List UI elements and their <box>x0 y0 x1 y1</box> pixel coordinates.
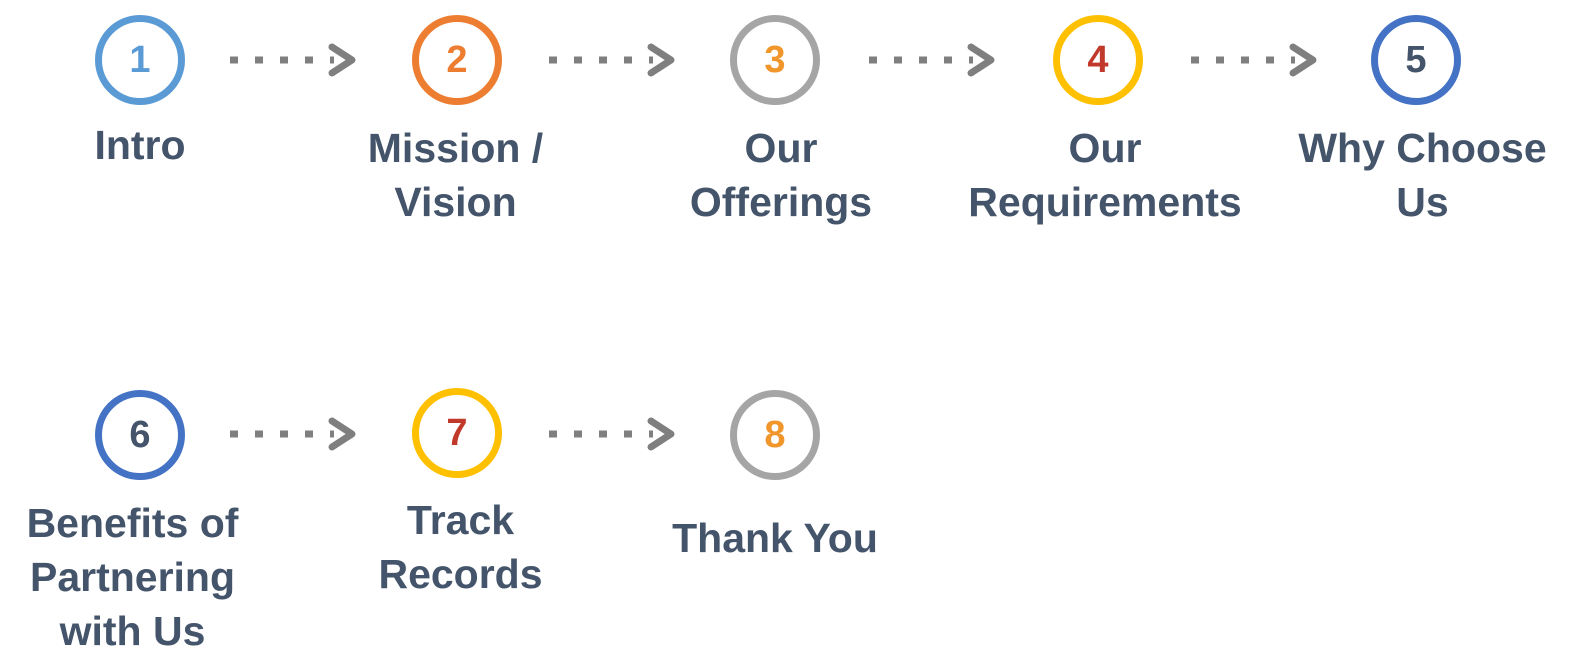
step-circle-4: 4 <box>1053 15 1143 105</box>
dotted-arrow-connector-4 <box>1191 43 1317 77</box>
step-number-5: 5 <box>1405 39 1427 81</box>
step-label-track-records: Track Records <box>378 497 543 597</box>
dotted-arrow-connector-6 <box>549 417 675 451</box>
dotted-arrow-connector-1 <box>230 43 356 77</box>
step-label-our-offerings: Our Offerings <box>689 125 873 225</box>
step-number-4: 4 <box>1087 39 1109 81</box>
step-number-7: 7 <box>446 412 468 454</box>
dotted-arrow-connector-2 <box>549 43 675 77</box>
step-number-8: 8 <box>764 414 786 456</box>
dotted-arrow-connector-5 <box>230 417 356 451</box>
step-circle-3: 3 <box>730 15 820 105</box>
step-circle-1: 1 <box>95 15 185 105</box>
step-circle-7: 7 <box>412 388 502 478</box>
step-label-benefits-of-partnering: Benefits of Partnering with Us <box>26 500 239 654</box>
step-label-intro: Intro <box>94 122 186 168</box>
step-circle-8: 8 <box>730 390 820 480</box>
step-label-our-requirements: Our Requirements <box>968 125 1242 225</box>
step-circle-5: 5 <box>1371 15 1461 105</box>
step-circle-6: 6 <box>95 390 185 480</box>
step-circle-2: 2 <box>412 15 502 105</box>
dotted-arrow-connector-3 <box>869 43 995 77</box>
step-number-2: 2 <box>446 39 468 81</box>
step-label-mission-vision: Mission / Vision <box>367 125 544 225</box>
step-label-thank-you: Thank You <box>672 515 878 561</box>
step-number-1: 1 <box>129 39 151 81</box>
step-number-3: 3 <box>764 39 786 81</box>
step-number-6: 6 <box>129 414 151 456</box>
step-label-why-choose-us: Why Choose Us <box>1298 125 1547 225</box>
